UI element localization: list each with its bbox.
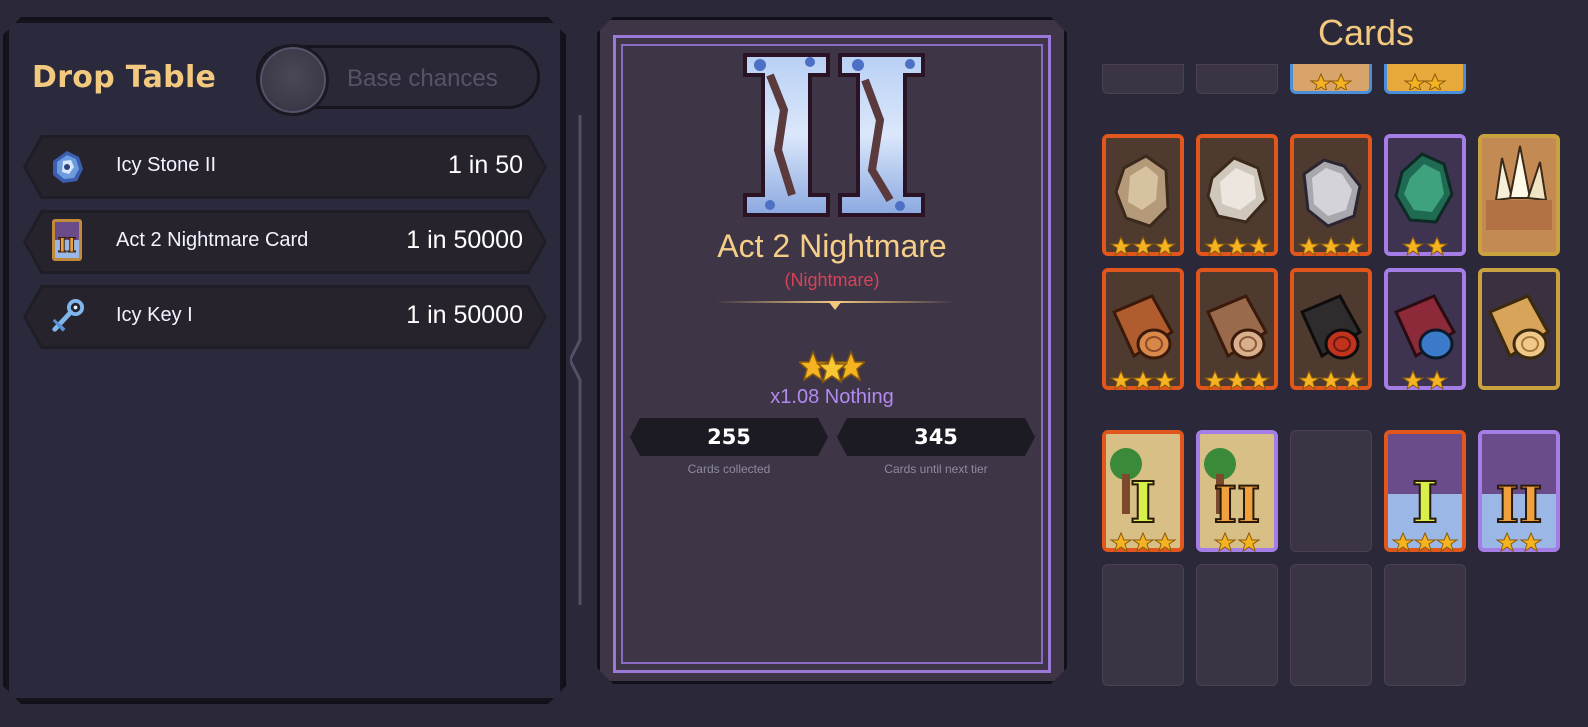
star-rating bbox=[1196, 236, 1278, 258]
card-slot-empty[interactable] bbox=[1196, 64, 1278, 94]
star-rating bbox=[1102, 236, 1184, 258]
star-rating bbox=[1196, 532, 1278, 554]
drop-table-panel: Drop Table Base chances Icy Stone II 1 i… bbox=[3, 17, 566, 704]
card-stone[interactable] bbox=[1196, 134, 1278, 258]
card-title: Act 2 Nightmare bbox=[717, 228, 947, 264]
collected-stat: 255 bbox=[630, 418, 828, 456]
drop-row[interactable]: Icy Stone II 1 in 50 bbox=[23, 135, 547, 199]
star-rating bbox=[1478, 532, 1560, 554]
drop-item-name: Icy Stone II bbox=[116, 154, 217, 176]
base-chances-toggle[interactable]: Base chances bbox=[256, 45, 540, 109]
drop-row[interactable]: Icy Key I 1 in 50000 bbox=[23, 285, 547, 349]
drop-row[interactable]: II Act 2 Nightmare Card 1 in 50000 bbox=[23, 210, 547, 274]
star-rating bbox=[1384, 532, 1466, 554]
next-tier-stat: 345 bbox=[837, 418, 1035, 456]
card-detail-panel: Act 2 Nightmare (Nightmare) x1.08 Nothin… bbox=[597, 17, 1067, 684]
card-nightmare-two[interactable]: II bbox=[1478, 430, 1560, 554]
card-partial[interactable] bbox=[1384, 64, 1466, 94]
star-rating bbox=[1384, 370, 1466, 392]
icy-stone-icon bbox=[49, 149, 85, 185]
star-rating bbox=[1102, 532, 1184, 554]
nightmare-card-icon: II bbox=[49, 224, 85, 260]
drop-item-chance: 1 in 50000 bbox=[406, 301, 523, 329]
card-emerald[interactable] bbox=[1384, 134, 1466, 258]
collected-label: Cards collected bbox=[687, 462, 771, 476]
card-slot-empty[interactable] bbox=[1196, 564, 1278, 686]
svg-text:I: I bbox=[1130, 470, 1156, 536]
card-log[interactable] bbox=[1196, 268, 1278, 392]
star-rating bbox=[1290, 236, 1372, 258]
icy-key-icon bbox=[49, 299, 85, 335]
next-tier-value: 345 bbox=[914, 425, 958, 449]
card-slot-empty[interactable] bbox=[1102, 564, 1184, 686]
toggle-knob[interactable] bbox=[257, 44, 329, 116]
act-two-numeral-icon bbox=[740, 50, 930, 220]
card-log[interactable] bbox=[1102, 268, 1184, 392]
card-partial[interactable] bbox=[1290, 64, 1372, 94]
star-rating bbox=[1384, 236, 1466, 258]
card-act-one[interactable]: I bbox=[1102, 430, 1184, 554]
card-stone[interactable] bbox=[1102, 134, 1184, 258]
svg-text:I: I bbox=[1412, 470, 1438, 536]
svg-text:II: II bbox=[58, 233, 77, 257]
drop-item-chance: 1 in 50000 bbox=[406, 226, 523, 254]
card-slot-empty[interactable] bbox=[1102, 64, 1184, 94]
toggle-label: Base chances bbox=[347, 65, 498, 92]
card-log[interactable] bbox=[1384, 268, 1466, 392]
card-slot-empty[interactable] bbox=[1290, 430, 1372, 552]
cards-title: Cards bbox=[1318, 12, 1415, 53]
star-icon bbox=[818, 354, 846, 382]
card-slot-empty[interactable] bbox=[1384, 564, 1466, 686]
card-log[interactable] bbox=[1478, 268, 1560, 390]
svg-text:II: II bbox=[1496, 475, 1543, 534]
drop-item-chance: 1 in 50 bbox=[447, 151, 523, 179]
card-slot-empty[interactable] bbox=[1290, 564, 1372, 686]
panel-divider bbox=[570, 115, 582, 605]
card-act-two[interactable]: II bbox=[1196, 430, 1278, 554]
collected-value: 255 bbox=[707, 425, 751, 449]
svg-text:II: II bbox=[1214, 475, 1261, 534]
bonus-multiplier: x1.08 Nothing bbox=[770, 386, 894, 408]
drop-item-name: Act 2 Nightmare Card bbox=[116, 229, 309, 251]
next-tier-label: Cards until next tier bbox=[884, 462, 988, 476]
card-nightmare-one[interactable]: I bbox=[1384, 430, 1466, 554]
star-rating bbox=[1290, 370, 1372, 392]
card-log[interactable] bbox=[1290, 268, 1372, 392]
star-rating bbox=[600, 350, 1064, 386]
star-rating bbox=[1196, 370, 1278, 392]
card-stone[interactable] bbox=[1290, 134, 1372, 258]
card-crystal[interactable] bbox=[1478, 134, 1560, 256]
star-rating bbox=[1102, 370, 1184, 392]
card-rarity: (Nightmare) bbox=[784, 270, 880, 290]
drop-table-title: Drop Table bbox=[32, 60, 217, 95]
drop-item-name: Icy Key I bbox=[116, 304, 193, 326]
gold-divider bbox=[715, 298, 955, 312]
